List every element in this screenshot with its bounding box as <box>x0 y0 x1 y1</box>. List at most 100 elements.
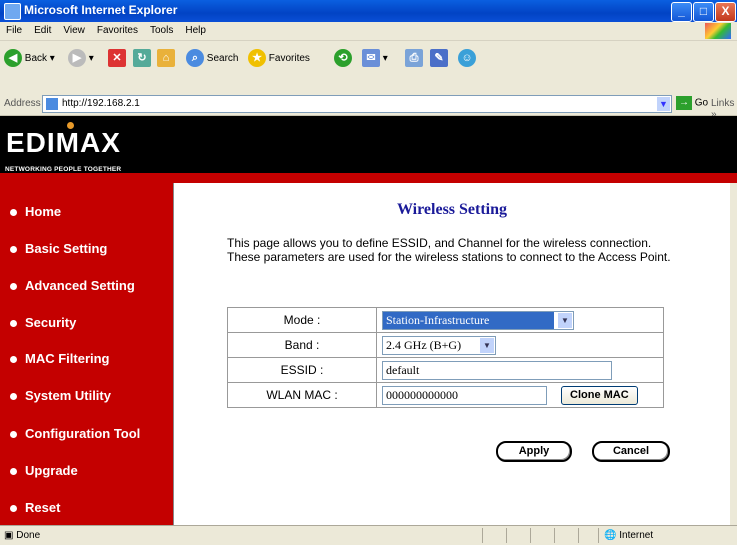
refresh-icon: ↻ <box>133 49 151 68</box>
sidebar-item-mac-filtering[interactable]: MAC Filtering <box>10 351 110 366</box>
sidebar-item-label: Reset <box>25 500 61 515</box>
bullet-icon <box>10 320 17 328</box>
close-button[interactable]: X <box>715 2 736 22</box>
back-arrow-icon: ◀ <box>4 49 22 68</box>
stop-icon: ✕ <box>108 49 126 68</box>
go-arrow-icon: → <box>676 96 692 110</box>
apply-button[interactable]: Apply <box>496 441 572 462</box>
status-separator <box>554 528 555 543</box>
menu-file[interactable]: File <box>0 22 28 36</box>
favorites-star-icon: ★ <box>248 49 266 68</box>
wlan-mac-label: WLAN MAC : <box>227 382 377 408</box>
ie-icon <box>4 3 21 20</box>
toolbar: ◀ Back ▾ ▶ ▾ ✕ ↻ ⌂ ⌕ Search ★ Favorites … <box>0 41 737 94</box>
bullet-icon <box>10 283 17 291</box>
sidebar-item-label: Configuration Tool <box>25 426 141 441</box>
edimax-logo: EDIMAX <box>6 122 121 159</box>
sidebar-item-home[interactable]: Home <box>10 204 61 219</box>
logo-tagline: NETWORKING PEOPLE TOGETHER <box>5 166 122 173</box>
favorites-label: Favorites <box>268 53 310 64</box>
bullet-icon <box>10 393 17 401</box>
status-text: Done <box>16 530 41 541</box>
links-label: Links <box>711 98 735 109</box>
sidebar-item-advanced-setting[interactable]: Advanced Setting <box>10 278 135 293</box>
back-button[interactable]: ◀ Back ▾ <box>4 49 55 69</box>
sidebar-item-label: Security <box>25 315 77 330</box>
page-description: This page allows you to define ESSID, an… <box>227 236 671 264</box>
form-row-wlan-mac: WLAN MAC : 000000000000 Clone MAC <box>227 382 664 408</box>
status-separator <box>530 528 531 543</box>
sidebar-item-reset[interactable]: Reset <box>10 500 60 515</box>
windows-logo-icon <box>705 23 731 39</box>
forward-button[interactable]: ▶ ▾ <box>68 49 94 69</box>
page-icon <box>46 98 58 110</box>
address-url: http://192.168.2.1 <box>62 98 140 109</box>
mode-select[interactable]: Station-Infrastructure ▼ <box>382 310 574 330</box>
sidebar-item-system-utility[interactable]: System Utility <box>10 388 111 403</box>
edit-button[interactable]: ✎ <box>430 49 448 69</box>
forward-arrow-icon: ▶ <box>68 49 86 68</box>
band-label: Band : <box>227 332 377 358</box>
refresh-button[interactable]: ↻ <box>133 49 151 69</box>
history-icon: ⟲ <box>334 49 352 68</box>
search-button[interactable]: ⌕ Search <box>186 49 238 69</box>
sidebar-item-basic-setting[interactable]: Basic Setting <box>10 241 107 256</box>
home-button[interactable]: ⌂ <box>157 49 175 69</box>
cancel-button[interactable]: Cancel <box>592 441 670 462</box>
print-icon: ⎙ <box>405 49 423 68</box>
print-button[interactable]: ⎙ <box>405 49 423 69</box>
globe-icon: 🌐 <box>604 530 617 541</box>
bullet-icon <box>10 209 17 217</box>
status-done: ▣ Done <box>4 530 41 541</box>
form-row-essid: ESSID : default <box>227 357 664 383</box>
minimize-button[interactable]: _ <box>671 2 692 22</box>
menu-view[interactable]: View <box>57 22 91 36</box>
messenger-button[interactable]: ☺ <box>458 49 476 69</box>
menu-bar: File Edit View Favorites Tools Help <box>0 22 737 41</box>
mail-icon: ✉ <box>362 49 380 68</box>
address-dropdown-icon[interactable]: ▼ <box>657 97 670 111</box>
form-row-mode: Mode : Station-Infrastructure ▼ <box>227 307 664 333</box>
band-select[interactable]: 2.4 GHz (B+G) ▼ <box>382 335 496 355</box>
status-separator <box>598 528 599 543</box>
wlan-mac-input[interactable]: 000000000000 <box>382 385 547 405</box>
mode-label: Mode : <box>227 307 377 333</box>
menu-help[interactable]: Help <box>179 22 212 36</box>
go-button[interactable]: → Go <box>676 96 708 110</box>
chevron-down-icon: ▼ <box>480 337 494 353</box>
sidebar-item-upgrade[interactable]: Upgrade <box>10 463 78 478</box>
sidebar-item-security[interactable]: Security <box>10 315 76 330</box>
menu-tools[interactable]: Tools <box>144 22 179 36</box>
window-titlebar: Microsoft Internet Explorer _ □ X <box>0 0 737 22</box>
bullet-icon <box>10 505 17 513</box>
header-red-band <box>0 173 737 183</box>
menu-favorites[interactable]: Favorites <box>91 22 144 36</box>
mail-button[interactable]: ✉ ▾ <box>362 49 388 69</box>
stop-button[interactable]: ✕ <box>108 49 126 69</box>
wireless-settings-form: Mode : Station-Infrastructure ▼ Band : 2… <box>227 307 664 408</box>
bullet-icon <box>10 246 17 254</box>
logo-text: EDIMAX <box>6 127 121 158</box>
status-separator <box>482 528 483 543</box>
status-zone: 🌐 Internet <box>604 530 653 541</box>
menu-edit[interactable]: Edit <box>28 22 57 36</box>
favorites-button[interactable]: ★ Favorites <box>248 49 310 69</box>
clone-mac-button[interactable]: Clone MAC <box>561 385 638 405</box>
address-input[interactable]: http://192.168.2.1 ▼ <box>42 95 672 113</box>
zone-label: Internet <box>619 530 654 541</box>
home-icon: ⌂ <box>157 49 175 68</box>
status-bar: ▣ Done 🌐 Internet <box>0 525 737 545</box>
essid-input[interactable]: default <box>382 360 612 380</box>
sidebar-nav: Home Basic Setting Advanced Setting Secu… <box>0 183 174 525</box>
history-button[interactable]: ⟲ <box>334 49 352 69</box>
bullet-icon <box>10 431 17 439</box>
sidebar-item-label: System Utility <box>25 388 111 403</box>
logo-dot <box>67 122 74 129</box>
search-icon: ⌕ <box>186 49 204 68</box>
sidebar-item-label: Basic Setting <box>25 241 108 256</box>
bullet-icon <box>10 468 17 476</box>
sidebar-item-configuration-tool[interactable]: Configuration Tool <box>10 426 140 441</box>
maximize-button[interactable]: □ <box>693 2 714 22</box>
sidebar-item-label: Advanced Setting <box>25 278 135 293</box>
mode-select-value: Station-Infrastructure <box>383 311 554 329</box>
